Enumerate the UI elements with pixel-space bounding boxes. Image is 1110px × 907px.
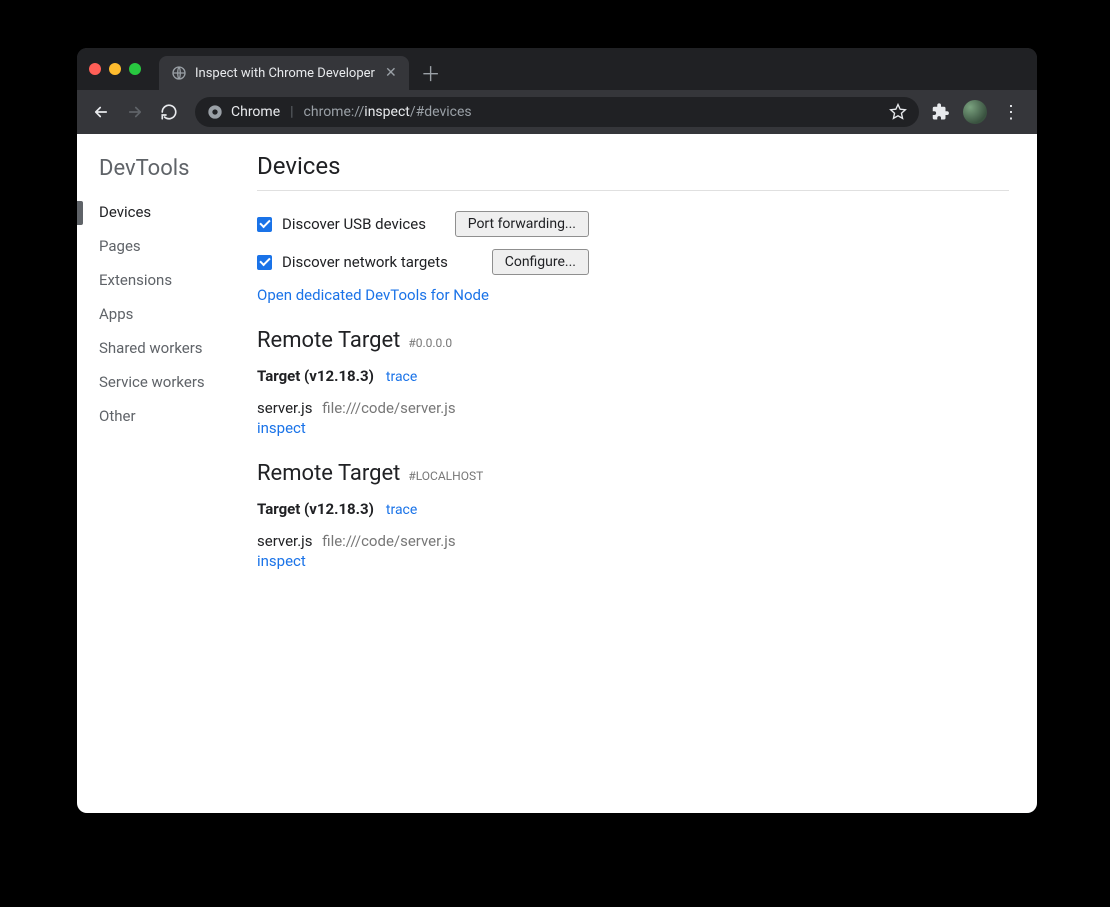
discover-network-label: Discover network targets [282, 253, 448, 271]
open-node-devtools-link[interactable]: Open dedicated DevTools for Node [257, 286, 489, 304]
forward-button[interactable] [121, 98, 149, 126]
file-name-1: server.js [257, 532, 313, 550]
remote-target-heading-0: Remote Target #0.0.0.0 [257, 328, 1009, 353]
remote-target-tag-1: #LOCALHOST [408, 469, 483, 483]
file-path-0: file:///code/server.js [322, 399, 455, 417]
browser-tab[interactable]: Inspect with Chrome Developer ✕ [159, 56, 409, 90]
url-separator: | [288, 104, 295, 120]
discover-usb-label: Discover USB devices [282, 215, 426, 233]
extensions-icon[interactable] [931, 102, 951, 122]
page-title: Devices [257, 152, 1009, 180]
tab-close-icon[interactable]: ✕ [383, 63, 399, 83]
reload-button[interactable] [155, 98, 183, 126]
sidebar-item-pages[interactable]: Pages [77, 229, 257, 263]
sidebar-item-other[interactable]: Other [77, 399, 257, 433]
sidebar-item-service-workers[interactable]: Service workers [77, 365, 257, 399]
discover-usb-row: Discover USB devices Port forwarding... [257, 207, 1009, 241]
toolbar: Chrome | chrome://inspect/#devices ⋮ [77, 90, 1037, 134]
target-line-1: Target (v12.18.3) trace [257, 500, 1009, 518]
file-path-1: file:///code/server.js [322, 532, 455, 550]
discover-network-checkbox[interactable] [257, 255, 272, 270]
sidebar-item-shared-workers[interactable]: Shared workers [77, 331, 257, 365]
bookmark-icon[interactable] [889, 103, 907, 121]
discover-network-row: Discover network targets Configure... [257, 245, 1009, 279]
trace-link-0[interactable]: trace [386, 369, 417, 385]
tab-strip: Inspect with Chrome Developer ✕ ＋ [77, 48, 1037, 90]
port-forwarding-button[interactable]: Port forwarding... [455, 211, 589, 237]
toolbar-right: ⋮ [931, 100, 1027, 124]
target-name-0: Target (v12.18.3) [257, 367, 374, 385]
divider [257, 190, 1009, 191]
globe-icon [171, 65, 187, 81]
sidebar: DevTools Devices Pages Extensions Apps S… [77, 134, 257, 813]
target-line-0: Target (v12.18.3) trace [257, 367, 1009, 385]
window-zoom-button[interactable] [129, 63, 141, 75]
sidebar-item-apps[interactable]: Apps [77, 297, 257, 331]
file-line-0: server.js file:///code/server.js inspect [257, 399, 1009, 437]
discover-usb-checkbox[interactable] [257, 217, 272, 232]
browser-window: Inspect with Chrome Developer ✕ ＋ Chrome… [77, 48, 1037, 813]
trace-link-1[interactable]: trace [386, 502, 417, 518]
url-text: chrome://inspect/#devices [304, 104, 472, 120]
inspect-link-1[interactable]: inspect [257, 552, 1009, 570]
window-minimize-button[interactable] [109, 63, 121, 75]
back-button[interactable] [87, 98, 115, 126]
remote-target-heading-1: Remote Target #LOCALHOST [257, 461, 1009, 486]
inspect-link-0[interactable]: inspect [257, 419, 1009, 437]
sidebar-item-extensions[interactable]: Extensions [77, 263, 257, 297]
url-brand: Chrome [231, 104, 280, 120]
window-controls [89, 63, 141, 75]
window-close-button[interactable] [89, 63, 101, 75]
tab-title: Inspect with Chrome Developer [195, 66, 375, 81]
menu-button[interactable]: ⋮ [999, 102, 1023, 123]
main-panel: Devices Discover USB devices Port forwar… [257, 134, 1037, 813]
file-line-1: server.js file:///code/server.js inspect [257, 532, 1009, 570]
sidebar-title: DevTools [77, 156, 257, 195]
address-bar[interactable]: Chrome | chrome://inspect/#devices [195, 97, 919, 127]
file-name-0: server.js [257, 399, 313, 417]
new-tab-button[interactable]: ＋ [409, 58, 453, 87]
configure-button[interactable]: Configure... [492, 249, 589, 275]
target-name-1: Target (v12.18.3) [257, 500, 374, 518]
chrome-icon [207, 104, 223, 120]
remote-target-tag-0: #0.0.0.0 [408, 336, 452, 350]
sidebar-item-devices[interactable]: Devices [77, 195, 257, 229]
page-content: DevTools Devices Pages Extensions Apps S… [77, 134, 1037, 813]
profile-avatar[interactable] [963, 100, 987, 124]
